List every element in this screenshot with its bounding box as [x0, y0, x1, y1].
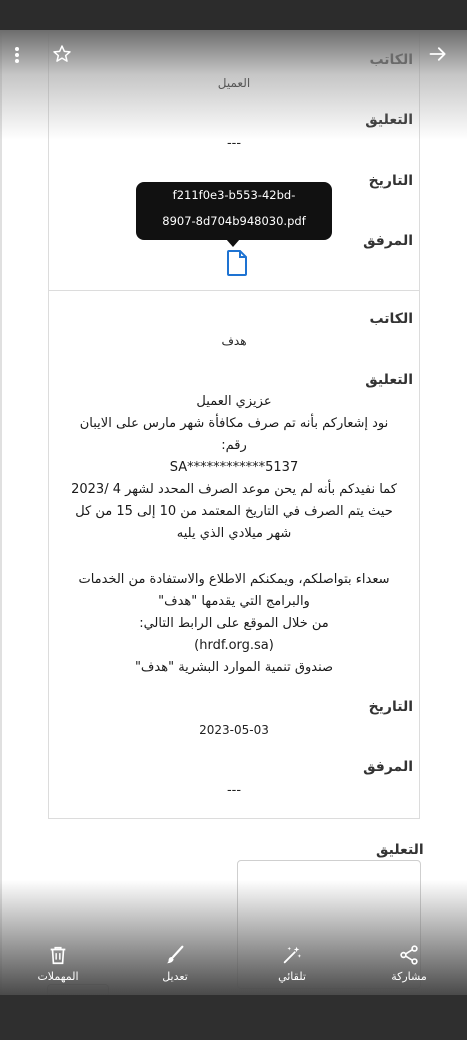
message-line: كما نفيدكم بأنه لم يحن موعد الصرف المحدد…: [71, 482, 397, 497]
date-label: التاريخ: [368, 173, 413, 189]
auto-enhance-button[interactable]: تلقائي: [257, 944, 327, 983]
tooltip-line-2: 8907-8d704b948030.pdf: [162, 214, 306, 228]
comment-card-2: الكاتب هدف التعليق عزيزي العميل نود إشعا…: [48, 290, 420, 819]
message-line: SA************5137: [169, 460, 299, 475]
auto-enhance-label: تلقائي: [278, 970, 306, 983]
left-border: [0, 30, 2, 995]
brush-icon: [166, 945, 184, 964]
message-block-2: سعداء بتواصلكم، ويمكنكم الاطلاع والاستفا…: [63, 569, 405, 679]
message-line: نود إشعاركم بأنه تم صرف مكافأة شهر مارس …: [79, 416, 389, 431]
message-line: والبرامج التي يقدمها "هدف": [158, 594, 310, 609]
author-label: الكاتب: [369, 52, 413, 68]
trash-label: المهملات: [37, 970, 79, 983]
tooltip-line-1: f211f0e3-b553-42bd-: [172, 188, 296, 202]
comment-value: ---: [226, 136, 242, 151]
comment-label: التعليق: [365, 372, 413, 388]
attachment-label: المرفق: [363, 759, 413, 775]
trash-button[interactable]: المهملات: [23, 944, 93, 983]
share-icon: [400, 945, 418, 965]
edit-label: تعديل: [162, 970, 188, 983]
message-line: سعداء بتواصلكم، ويمكنكم الاطلاع والاستفا…: [78, 572, 390, 587]
edit-button[interactable]: تعديل: [140, 944, 210, 983]
date-label: التاريخ: [368, 699, 413, 715]
attachment-tooltip: f211f0e3-b553-42bd- 8907-8d704b948030.pd…: [136, 182, 332, 247]
author-value: هدف: [221, 334, 247, 348]
date-value: 2023-05-03: [199, 723, 269, 737]
message-line: صندوق تنمية الموارد البشرية "هدف": [134, 660, 334, 675]
author-label: الكاتب: [369, 311, 413, 327]
file-icon[interactable]: [226, 250, 248, 280]
comment-label: التعليق: [365, 112, 413, 128]
arrow-forward-icon[interactable]: [428, 44, 448, 67]
more-vert-icon[interactable]: [14, 46, 20, 67]
tooltip-arrow: [226, 239, 240, 247]
message-line: (hrdf.org.sa): [194, 638, 274, 653]
author-value: العميل: [217, 76, 251, 90]
message-line: عزيزي العميل: [196, 394, 272, 409]
attachment-label: المرفق: [363, 233, 413, 249]
magic-wand-icon: [283, 946, 302, 964]
trash-icon: [50, 946, 66, 965]
message-line: حيث يتم الصرف في التاريخ المعتمد من 10 إ…: [75, 504, 393, 519]
viewer-top-bar: [0, 0, 467, 30]
viewer-bottom-bar: [0, 995, 467, 1040]
share-button[interactable]: مشاركة: [374, 944, 444, 983]
new-comment-label: التعليق: [376, 842, 424, 858]
attachment-value: ---: [226, 783, 242, 798]
message-line: من خلال الموقع على الرابط التالي:: [139, 616, 329, 631]
message-line: شهر ميلادي الذي يليه: [176, 526, 292, 541]
message-block-1: عزيزي العميل نود إشعاركم بأنه تم صرف مكا…: [63, 391, 405, 545]
star-outline-icon[interactable]: [52, 44, 72, 67]
message-line: رقم:: [221, 438, 247, 453]
share-label: مشاركة: [391, 970, 427, 983]
